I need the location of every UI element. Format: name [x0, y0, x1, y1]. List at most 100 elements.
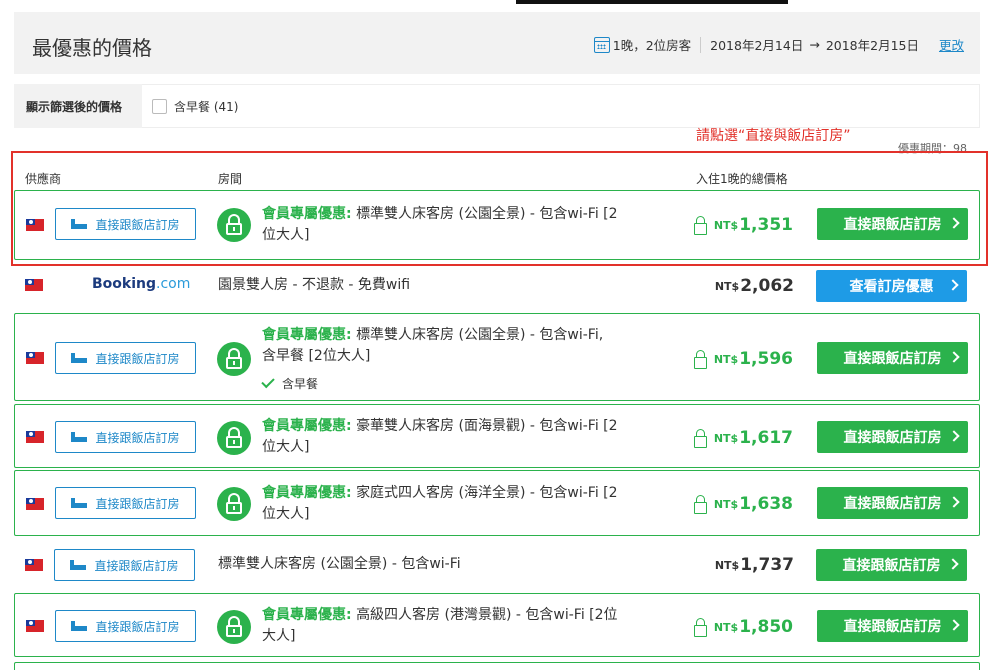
book-button-label: 直接跟飯店訂房	[843, 217, 942, 233]
listing-row-partial	[14, 662, 980, 670]
book-direct-button[interactable]: 直接跟飯店訂房	[817, 487, 968, 519]
book-direct-button[interactable]: 直接跟飯店訂房	[817, 421, 968, 453]
room-description: 會員專屬優惠: 標準雙人床客房 (公園全景) - 包含wi-Fi [2 位大人]	[262, 204, 652, 246]
price-value: 1,737	[740, 555, 794, 575]
room-line1: 高級四人客房 (港灣景觀) - 包含wi-Fi [2位	[356, 607, 618, 623]
price-value: 1,617	[739, 428, 793, 448]
book-button-label: 直接跟飯店訂房	[842, 558, 941, 574]
taiwan-flag-icon	[26, 352, 44, 364]
deal-period: 優惠期間：98	[898, 142, 967, 155]
price: NT$ 1,351	[693, 215, 793, 235]
top-dark-strip	[516, 0, 788, 4]
member-deal-label: 會員專屬優惠:	[262, 418, 352, 434]
room-line1: 標準雙人床客房 (公園全景) - 包含wi-Fi,	[356, 327, 604, 343]
page-title: 最優惠的價格	[32, 36, 152, 60]
annotation-text: 請點選“直接與飯店訂房”	[696, 128, 851, 144]
listing-row: 直接跟飯店訂房 會員專屬優惠: 豪華雙人床客房 (面海景觀) - 包含wi-Fi…	[14, 404, 980, 468]
taiwan-flag-icon	[25, 279, 43, 291]
direct-booking-tag[interactable]: 直接跟飯店訂房	[55, 487, 196, 519]
room-line2: 大人]	[262, 628, 296, 644]
price-value: 1,351	[739, 215, 793, 235]
room-description: 園景雙人房 - 不退款 - 免費wifi	[218, 277, 411, 293]
unlock-icon	[217, 487, 251, 521]
currency: NT$	[713, 218, 739, 232]
room-line2: 位大人]	[262, 227, 310, 243]
price: NT$ 1,737	[715, 555, 794, 575]
room-description: 標準雙人床客房 (公園全景) - 包含wi-Fi	[218, 556, 461, 572]
bed-icon	[71, 498, 88, 508]
provider-label: 直接跟飯店訂房	[95, 351, 180, 366]
chevron-right-icon	[947, 558, 959, 570]
unlock-icon	[217, 610, 251, 644]
direct-booking-tag[interactable]: 直接跟飯店訂房	[55, 342, 196, 374]
member-deal-label: 會員專屬優惠:	[262, 607, 352, 623]
bed-icon	[71, 219, 88, 229]
breakfast-included: 含早餐	[261, 374, 319, 392]
member-deal-label: 會員專屬優惠:	[262, 485, 352, 501]
chevron-right-icon	[948, 619, 960, 631]
taiwan-flag-icon	[26, 219, 44, 231]
direct-booking-tag[interactable]: 直接跟飯店訂房	[54, 549, 195, 581]
bed-icon	[70, 560, 87, 570]
member-deal-label: 會員專屬優惠:	[262, 327, 352, 343]
price-value: 1,596	[739, 349, 793, 369]
taiwan-flag-icon	[26, 498, 44, 510]
price: NT$ 1,850	[693, 617, 793, 637]
room-line2: 位大人]	[262, 439, 310, 455]
book-direct-button[interactable]: 直接跟飯店訂房	[816, 549, 967, 581]
currency: NT$	[714, 279, 740, 293]
price: NT$ 1,596	[693, 349, 793, 369]
listing-row: 直接跟飯店訂房 會員專屬優惠: 標準雙人床客房 (公園全景) - 包含wi-Fi…	[14, 313, 980, 401]
checkmark-icon	[261, 374, 275, 389]
book-direct-button[interactable]: 直接跟飯店訂房	[817, 342, 968, 374]
room-description: 會員專屬優惠: 豪華雙人床客房 (面海景觀) - 包含wi-Fi [2 位大人]	[262, 416, 652, 458]
calendar-icon	[593, 36, 610, 53]
listing-row: 直接跟飯店訂房 會員專屬優惠: 標準雙人床客房 (公園全景) - 包含wi-Fi…	[14, 190, 980, 260]
direct-booking-tag[interactable]: 直接跟飯店訂房	[55, 610, 196, 642]
divider	[700, 36, 702, 53]
currency: NT$	[713, 497, 739, 511]
price: NT$ 1,617	[693, 428, 793, 448]
column-price: 入住1晚的總價格	[696, 172, 788, 186]
breakfast-label: 含早餐	[282, 377, 319, 391]
listing-row: 直接跟飯店訂房 標準雙人床客房 (公園全景) - 包含wi-Fi NT$ 1,7…	[14, 546, 980, 586]
arrow-icon: →	[809, 37, 820, 52]
book-button-label: 直接跟飯店訂房	[843, 619, 942, 635]
provider-label: 直接跟飯店訂房	[94, 558, 179, 573]
filter-bar-border	[142, 84, 980, 128]
chevron-right-icon	[947, 279, 959, 291]
checkin-date: 2018年2月14日	[710, 38, 804, 53]
room-description: 會員專屬優惠: 標準雙人床客房 (公園全景) - 包含wi-Fi, 含早餐 [2…	[262, 325, 652, 367]
direct-booking-tag[interactable]: 直接跟飯店訂房	[55, 208, 196, 240]
column-room: 房間	[218, 172, 243, 186]
currency: NT$	[713, 431, 739, 445]
unlock-icon	[693, 350, 707, 369]
view-deal-button[interactable]: 查看訂房優惠	[816, 270, 967, 302]
room-line1: 豪華雙人床客房 (面海景觀) - 包含wi-Fi [2	[356, 418, 618, 434]
room-line1: 標準雙人床客房 (公園全景) - 包含wi-Fi [2	[356, 206, 618, 222]
unlock-icon	[693, 216, 707, 235]
chevron-right-icon	[948, 217, 960, 229]
booking-logo: Booking.com	[92, 276, 191, 292]
edit-dates-link[interactable]: 更改	[939, 35, 964, 54]
listing-row: 直接跟飯店訂房 會員專屬優惠: 家庭式四人客房 (海洋全景) - 包含wi-Fi…	[14, 470, 980, 536]
book-button-label: 直接跟飯店訂房	[843, 351, 942, 367]
book-direct-button[interactable]: 直接跟飯店訂房	[817, 610, 968, 642]
direct-booking-tag[interactable]: 直接跟飯店訂房	[55, 421, 196, 453]
book-button-label: 直接跟飯店訂房	[843, 496, 942, 512]
book-direct-button[interactable]: 直接跟飯店訂房	[817, 208, 968, 240]
price-value: 2,062	[740, 276, 794, 296]
room-description: 會員專屬優惠: 高級四人客房 (港灣景觀) - 包含wi-Fi [2位 大人]	[262, 605, 652, 647]
chevron-right-icon	[948, 430, 960, 442]
price: NT$ 1,638	[693, 494, 793, 514]
room-line1: 家庭式四人客房 (海洋全景) - 包含wi-Fi [2	[356, 485, 618, 501]
unlock-icon	[217, 208, 251, 242]
filter-label: 顯示篩選後的價格	[14, 84, 142, 128]
taiwan-flag-icon	[26, 431, 44, 443]
unlock-icon	[217, 342, 251, 376]
listing-row: 直接跟飯店訂房 會員專屬優惠: 高級四人客房 (港灣景觀) - 包含wi-Fi …	[14, 593, 980, 657]
unlock-icon	[693, 618, 707, 637]
currency: NT$	[713, 620, 739, 634]
stay-summary: 1晚，2位房客 2018年2月14日 → 2018年2月15日 更改	[593, 35, 964, 54]
bed-icon	[71, 432, 88, 442]
